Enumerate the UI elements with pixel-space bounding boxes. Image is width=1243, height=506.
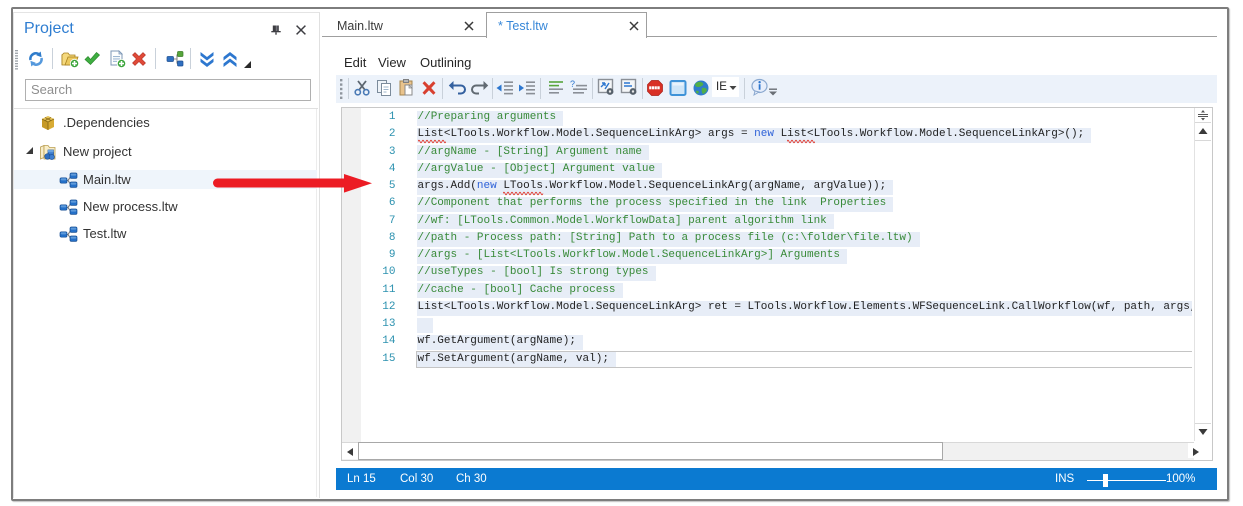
svg-text:?: ?	[570, 79, 575, 89]
